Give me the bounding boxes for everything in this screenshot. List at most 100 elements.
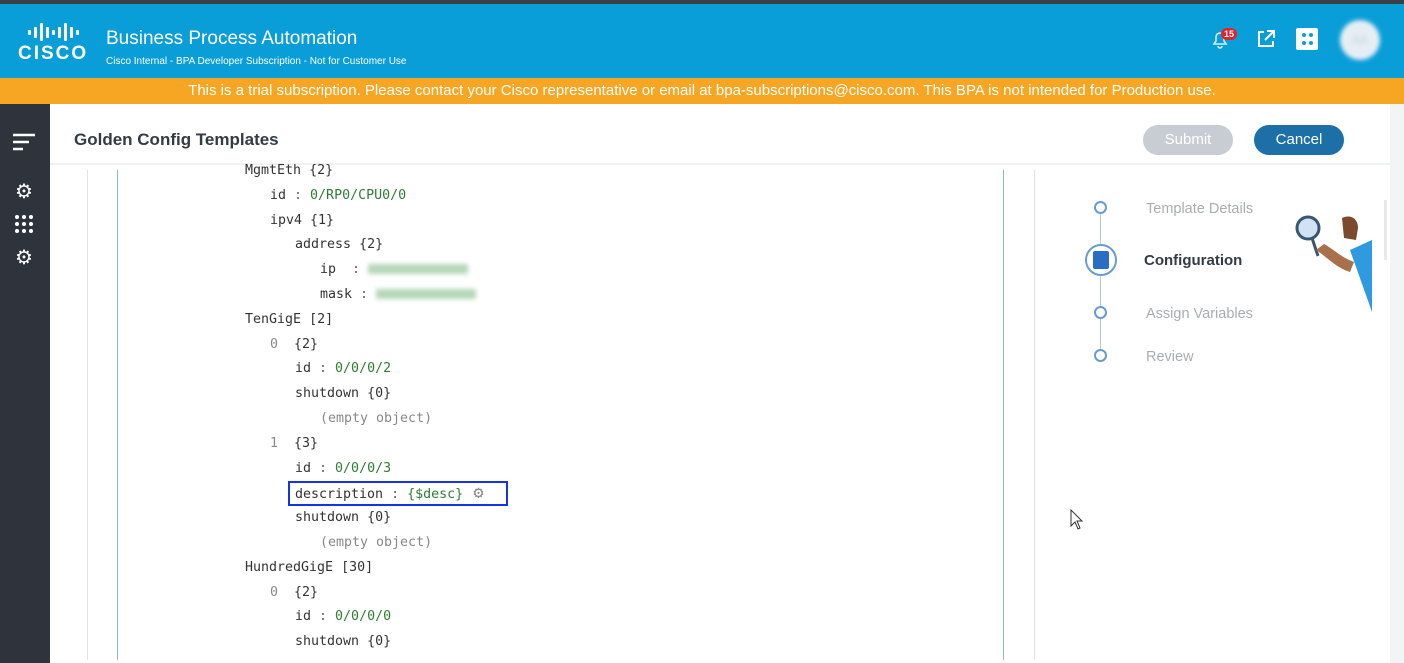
node-value: 0/0/0/3 xyxy=(335,460,392,476)
node-key: shutdown xyxy=(295,386,360,402)
tree-node[interactable]: id : 0/RP0/CPU0/0 xyxy=(270,186,406,206)
separator xyxy=(302,213,310,228)
node-key: shutdown xyxy=(295,510,360,526)
node-count: [2] xyxy=(309,311,334,327)
node-key: shutdown xyxy=(295,634,360,650)
node-key: id xyxy=(295,609,312,625)
tree-node[interactable]: mask : xyxy=(320,285,477,305)
tree-node[interactable]: address {2} xyxy=(295,235,383,255)
tree-node[interactable]: ipv4 {1} xyxy=(270,211,334,231)
tree-node[interactable]: (empty object) xyxy=(320,409,432,429)
panel-divider xyxy=(1034,170,1035,660)
step-configuration[interactable]: Configuration xyxy=(1144,252,1242,269)
tree-node[interactable]: shutdown {0} xyxy=(295,384,391,404)
node-count: [30] xyxy=(341,559,374,575)
tree-node[interactable]: ip : xyxy=(320,260,469,280)
apps-icon[interactable] xyxy=(1296,28,1318,50)
cancel-button[interactable]: Cancel xyxy=(1254,125,1344,155)
separator xyxy=(286,585,294,600)
menu-icon[interactable] xyxy=(12,130,36,154)
tree-node[interactable]: 0 {2} xyxy=(270,335,318,355)
separator xyxy=(301,163,309,178)
submit-button[interactable]: Submit xyxy=(1143,125,1233,155)
node-key: TenGigE xyxy=(245,311,302,327)
node-count: {3} xyxy=(294,435,319,451)
admin-settings-icon[interactable]: ⚙ xyxy=(12,246,36,270)
tree-node[interactable]: 1 {3} xyxy=(270,434,318,454)
separator: : xyxy=(352,287,377,302)
redacted-value xyxy=(368,264,469,275)
separator: : xyxy=(311,609,336,625)
node-key: ipv4 xyxy=(270,212,303,228)
step-template-details[interactable]: Template Details xyxy=(1146,201,1253,217)
node-value: 0/RP0/CPU0/0 xyxy=(310,187,407,203)
step-dot xyxy=(1094,201,1107,214)
separator xyxy=(278,337,286,352)
node-index: 0 xyxy=(270,336,279,352)
editor-border xyxy=(1003,170,1004,660)
app-header: CISCO Business Process Automation Cisco … xyxy=(0,4,1404,78)
step-dot xyxy=(1094,349,1107,362)
redacted-value xyxy=(376,289,477,299)
separator xyxy=(286,436,294,451)
node-key: HundredGigE xyxy=(245,559,334,575)
node-key: id xyxy=(295,361,312,377)
node-value: 0/0/0/2 xyxy=(335,361,392,377)
trial-banner: This is a trial subscription. Please con… xyxy=(0,78,1404,104)
node-key: ip xyxy=(320,262,345,278)
node-index: 1 xyxy=(270,435,279,451)
tree-node[interactable]: id : 0/0/0/0 xyxy=(295,607,391,627)
separator xyxy=(359,386,367,401)
node-key: MgmtEth xyxy=(245,163,302,178)
node-value: 0/0/0/0 xyxy=(335,609,392,625)
tree-node[interactable]: id : 0/0/0/3 xyxy=(295,459,391,479)
node-count: {0} xyxy=(367,510,392,526)
tree-node[interactable]: id : 0/0/0/2 xyxy=(295,359,391,379)
separator xyxy=(278,585,286,600)
separator xyxy=(286,337,294,352)
sidebar: ⚙ ⚙ xyxy=(0,104,50,663)
page-title: Golden Config Templates xyxy=(74,130,279,149)
tree-node[interactable]: shutdown {0} xyxy=(295,508,391,528)
separator xyxy=(359,634,367,649)
illustration-person-magnifier xyxy=(1295,215,1372,312)
tree-node[interactable]: HundredGigE [30] xyxy=(245,558,373,578)
separator xyxy=(351,237,359,252)
empty-object-note: (empty object) xyxy=(320,411,433,426)
separator: : xyxy=(311,361,336,377)
grid-icon[interactable] xyxy=(12,212,36,236)
node-count: {0} xyxy=(367,634,392,650)
tree-node[interactable]: shutdown {0} xyxy=(295,632,391,652)
separator xyxy=(301,312,309,327)
editor-gutter-line xyxy=(117,170,118,660)
user-avatar[interactable]: AA xyxy=(1340,20,1380,60)
mouse-cursor-icon xyxy=(1070,509,1084,530)
tree-node[interactable]: (empty object) xyxy=(320,533,432,553)
notification-badge: 15 xyxy=(1221,28,1238,40)
tree-node[interactable]: MgmtEth {2} xyxy=(245,161,333,181)
node-key: address xyxy=(295,237,352,253)
tree-node[interactable]: 0 {2} xyxy=(270,583,318,603)
settings-icon[interactable]: ⚙ xyxy=(12,180,36,204)
step-dot xyxy=(1094,306,1107,319)
external-link-icon[interactable] xyxy=(1255,28,1277,50)
separator: : xyxy=(286,187,311,203)
node-index: 0 xyxy=(270,584,279,600)
node-count: {2} xyxy=(359,237,384,253)
scrollbar[interactable] xyxy=(1384,200,1387,260)
step-assign-variables[interactable]: Assign Variables xyxy=(1146,306,1253,322)
editor-border xyxy=(87,170,88,660)
separator xyxy=(359,510,367,525)
node-key: mask xyxy=(320,287,353,302)
page-edge xyxy=(1390,104,1404,663)
app-title: Business Process Automation xyxy=(106,28,358,49)
node-count: {1} xyxy=(310,212,335,228)
separator: : xyxy=(311,460,336,476)
stepper-line xyxy=(1100,214,1101,354)
empty-object-note: (empty object) xyxy=(320,535,433,550)
configuration-step-icon xyxy=(1085,244,1117,276)
cisco-logo[interactable]: CISCO xyxy=(18,22,88,64)
node-count: {2} xyxy=(294,336,319,352)
tree-node[interactable]: TenGigE [2] xyxy=(245,310,333,330)
step-review[interactable]: Review xyxy=(1146,349,1194,365)
